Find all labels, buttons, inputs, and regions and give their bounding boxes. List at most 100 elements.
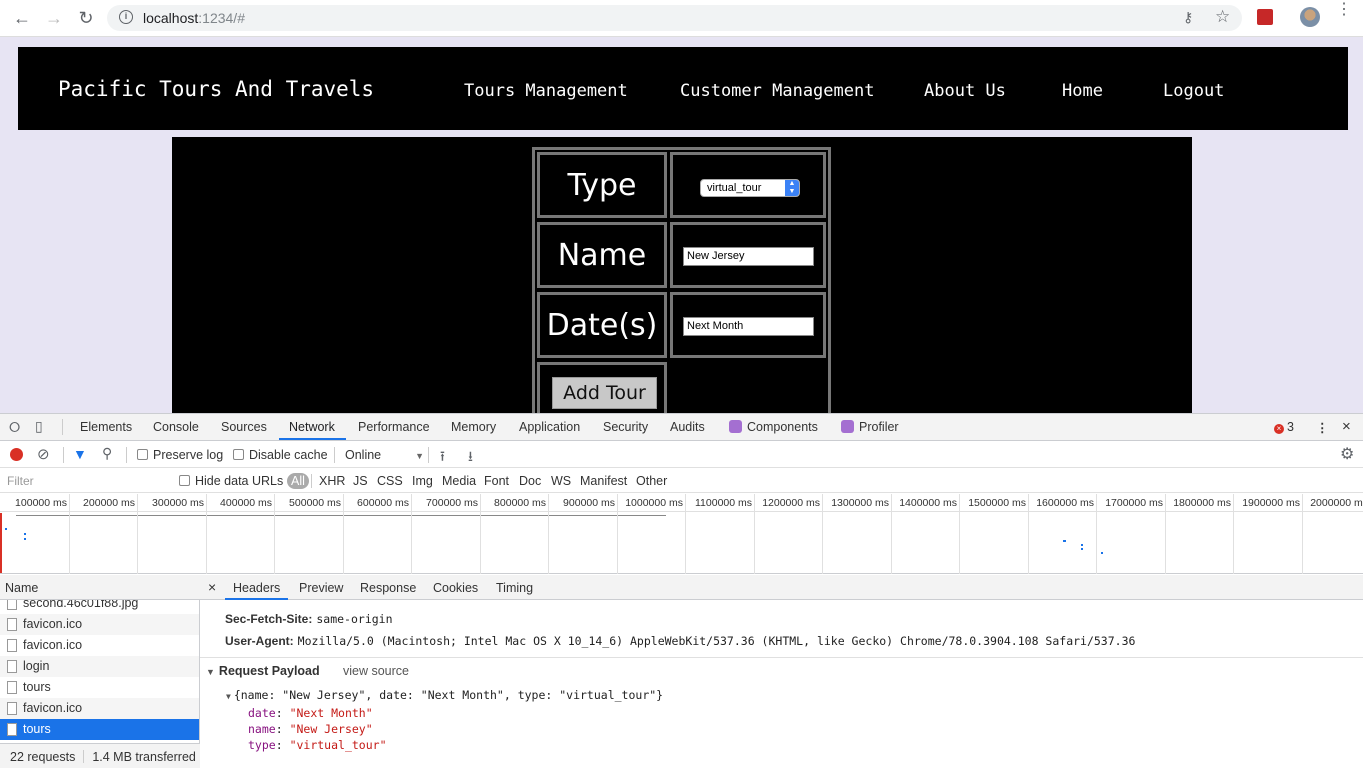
hide-data-urls-label: Hide data URLs — [195, 474, 284, 488]
timeline-gridline — [1165, 494, 1166, 574]
filter-type-other[interactable]: Other — [636, 474, 667, 488]
info-icon[interactable]: i — [119, 10, 133, 24]
request-row[interactable]: tours — [0, 677, 199, 698]
type-select[interactable]: virtual_tour ▲ ▼ — [700, 179, 800, 197]
name-column-header[interactable]: Name — [0, 575, 200, 600]
preserve-log-checkbox[interactable]: Preserve log — [137, 448, 223, 462]
tab-console[interactable]: Console — [153, 420, 199, 434]
name-input[interactable]: New Jersey — [683, 247, 814, 266]
close-details-icon[interactable]: × — [208, 579, 216, 595]
address-bar[interactable]: i localhost:1234/# ⚷ ☆ — [107, 5, 1242, 31]
request-row[interactable]: favicon.ico — [0, 698, 199, 719]
tab-elements[interactable]: Elements — [80, 420, 132, 434]
extension-icon[interactable] — [1257, 9, 1273, 25]
request-row[interactable]: favicon.ico — [0, 635, 199, 656]
nav-about-us[interactable]: About Us — [924, 81, 1006, 101]
nav-logout[interactable]: Logout — [1163, 81, 1224, 101]
request-row[interactable]: second.46c01f88.jpg — [0, 600, 199, 614]
preserve-log-label: Preserve log — [153, 448, 224, 462]
back-arrow-icon[interactable]: ← — [11, 7, 33, 29]
filter-type-media[interactable]: Media — [442, 474, 476, 488]
filter-type-xhr[interactable]: XHR — [319, 474, 345, 488]
filter-type-js[interactable]: JS — [353, 474, 368, 488]
request-marker — [1063, 540, 1066, 542]
settings-gear-icon[interactable]: ⚙ — [1340, 444, 1354, 464]
tab-sources[interactable]: Sources — [221, 420, 267, 434]
reload-icon[interactable]: ↻ — [75, 7, 97, 29]
timeline-gridline — [617, 494, 618, 574]
payload-object: {name: "New Jersey", date: "Next Month",… — [233, 688, 664, 702]
filter-type-css[interactable]: CSS — [377, 474, 403, 488]
payload-summary[interactable]: ▼ {name: "New Jersey", date: "Next Month"… — [226, 688, 663, 702]
tab-memory[interactable]: Memory — [451, 420, 496, 434]
select-arrows-icon: ▲ ▼ — [785, 180, 799, 196]
request-payload-section[interactable]: ▼ Request Payload — [206, 664, 320, 678]
divider — [62, 419, 63, 435]
filter-input[interactable]: Filter — [4, 472, 166, 490]
request-row[interactable]: favicon.ico — [0, 614, 199, 635]
export-har-icon[interactable]: ⭳ — [468, 446, 473, 470]
tab-security[interactable]: Security — [603, 420, 648, 434]
filter-type-font[interactable]: Font — [484, 474, 509, 488]
request-row-selected[interactable]: tours — [0, 719, 199, 740]
dates-input[interactable]: Next Month — [683, 317, 814, 336]
tab-components[interactable]: Components — [729, 420, 818, 434]
request-row[interactable]: login — [0, 656, 199, 677]
file-icon — [7, 723, 17, 736]
filter-icon[interactable]: ▼ — [73, 446, 87, 462]
hide-data-urls-checkbox[interactable]: Hide data URLs — [179, 474, 283, 488]
filter-type-doc[interactable]: Doc — [519, 474, 541, 488]
filter-type-img[interactable]: Img — [412, 474, 433, 488]
forward-arrow-icon[interactable]: → — [43, 7, 65, 29]
add-tour-button[interactable]: Add Tour — [552, 377, 657, 409]
dates-label: Date(s) — [537, 292, 667, 358]
timeline-gridline — [411, 494, 412, 574]
nav-tours-management[interactable]: Tours Management — [464, 81, 628, 101]
dates-cell: Next Month — [670, 292, 826, 358]
request-name: favicon.ico — [23, 701, 83, 715]
device-toolbar-icon[interactable]: ▯ — [35, 418, 43, 435]
profile-avatar[interactable] — [1300, 7, 1320, 27]
tab-cookies[interactable]: Cookies — [433, 581, 478, 595]
filter-type-ws[interactable]: WS — [551, 474, 571, 488]
nav-home[interactable]: Home — [1062, 81, 1103, 101]
tab-performance[interactable]: Performance — [358, 420, 430, 434]
devtools-panel: ⭘ ▯ Elements Console Sources Network Per… — [0, 413, 1363, 768]
tab-headers[interactable]: Headers — [233, 581, 280, 595]
key-icon[interactable]: ⚷ — [1183, 9, 1193, 26]
record-icon[interactable] — [10, 448, 23, 461]
timeline-tick-label: 2000000 ms — [1310, 497, 1363, 509]
search-icon[interactable]: ⚲ — [102, 445, 112, 462]
tab-preview[interactable]: Preview — [299, 581, 343, 595]
request-marker — [1081, 544, 1083, 550]
filter-type-all[interactable]: All — [287, 473, 309, 489]
tab-profiler[interactable]: Profiler — [841, 420, 899, 434]
network-timeline-overview[interactable]: 100000 ms 200000 ms 300000 ms 400000 ms 5000… — [0, 494, 1363, 574]
filter-type-manifest[interactable]: Manifest — [580, 474, 627, 488]
browser-menu-icon[interactable]: ⋮ — [1336, 2, 1352, 18]
tab-components-label: Components — [747, 420, 818, 434]
inspect-element-icon[interactable]: ⭘ — [9, 419, 20, 436]
tab-response[interactable]: Response — [360, 581, 416, 595]
type-cell: virtual_tour ▲ ▼ — [670, 152, 826, 218]
throttling-select[interactable]: Online ▼ — [345, 448, 424, 462]
bookmark-star-icon[interactable]: ☆ — [1215, 7, 1230, 27]
clear-icon[interactable]: ⊘ — [37, 445, 50, 463]
import-har-icon[interactable]: ⭱ — [440, 446, 445, 470]
nav-customer-management[interactable]: Customer Management — [680, 81, 874, 101]
tab-audits[interactable]: Audits — [670, 420, 705, 434]
timeline-gridline — [548, 494, 549, 574]
tab-timing[interactable]: Timing — [496, 581, 533, 595]
divider — [83, 750, 85, 763]
devtools-menu-icon[interactable]: ⋮ — [1316, 420, 1329, 435]
view-source-link[interactable]: view source — [343, 664, 409, 678]
close-devtools-icon[interactable]: × — [1342, 418, 1351, 435]
timeline-tick-label: 300000 ms — [152, 497, 204, 509]
tab-network[interactable]: Network — [289, 420, 335, 434]
request-marker — [5, 528, 7, 530]
tab-application[interactable]: Application — [519, 420, 580, 434]
timeline-tick-label: 600000 ms — [357, 497, 409, 509]
error-counter[interactable]: × 3 — [1274, 420, 1294, 434]
disable-cache-checkbox[interactable]: Disable cache — [233, 448, 328, 462]
site-header: Pacific Tours And Travels Tours Manageme… — [18, 47, 1348, 130]
